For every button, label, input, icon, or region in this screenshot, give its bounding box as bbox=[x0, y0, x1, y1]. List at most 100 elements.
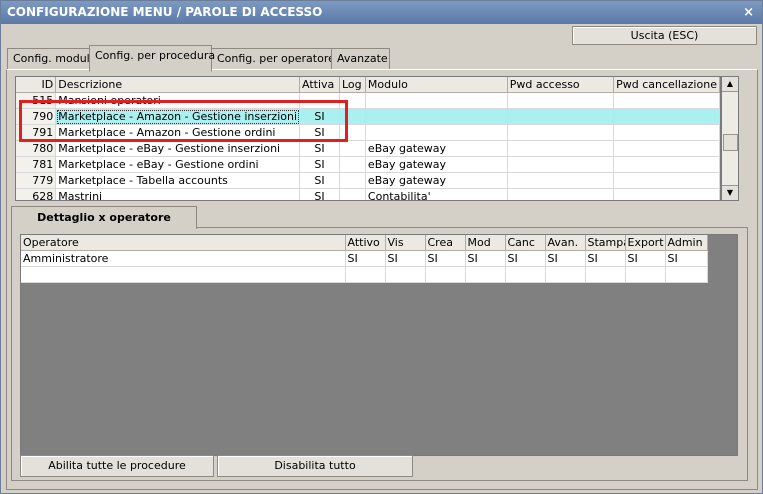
col-header-modulo[interactable]: Modulo bbox=[365, 77, 508, 93]
col-header-vis[interactable]: Vis bbox=[385, 235, 426, 251]
col-header-descrizione[interactable]: Descrizione bbox=[55, 77, 301, 93]
tab-config-moduli[interactable]: Config. moduli bbox=[7, 48, 93, 69]
col-header-pwd-accesso[interactable]: Pwd accesso bbox=[507, 77, 615, 93]
cell-operatore bbox=[21, 266, 346, 283]
cell-canc bbox=[505, 266, 546, 283]
col-header-attivo[interactable]: Attivo bbox=[345, 235, 386, 251]
cell-admin bbox=[665, 266, 708, 283]
cell-id: 628 bbox=[16, 188, 57, 200]
cell-avan: SI bbox=[545, 250, 586, 267]
cell-admin: SI bbox=[665, 250, 708, 267]
cell-modulo: Contabilita' bbox=[365, 188, 508, 200]
table-row[interactable]: 779 Marketplace - Tabella accounts SI eB… bbox=[16, 172, 720, 189]
scroll-up-arrow-icon[interactable]: ▲ bbox=[722, 77, 738, 92]
cell-crea bbox=[425, 266, 466, 283]
cell-export bbox=[625, 266, 666, 283]
window-title: CONFIGURAZIONE MENU / PAROLE DI ACCESSO bbox=[7, 5, 323, 19]
cell-stampa: SI bbox=[585, 250, 626, 267]
table-row[interactable]: 781 Marketplace - eBay - Gestione ordini… bbox=[16, 156, 720, 173]
col-header-pwd-cancellazione[interactable]: Pwd cancellazione bbox=[613, 77, 720, 93]
detail-grid-header: Operatore Attivo Vis Crea Mod Canc Avan.… bbox=[21, 235, 708, 251]
cell-mod: SI bbox=[465, 250, 506, 267]
cell-modulo bbox=[365, 108, 508, 125]
col-header-export[interactable]: Export bbox=[625, 235, 666, 251]
title-bar: CONFIGURAZIONE MENU / PAROLE DI ACCESSO … bbox=[1, 1, 762, 24]
cell-attiva: SI bbox=[299, 140, 340, 157]
annotation-highlight-box bbox=[19, 100, 348, 142]
cell-pwd-accesso bbox=[507, 172, 615, 189]
cell-descrizione: Mastrini bbox=[55, 188, 301, 200]
cell-attiva: SI bbox=[299, 156, 340, 173]
cell-modulo bbox=[365, 124, 508, 141]
col-header-attiva[interactable]: Attiva bbox=[299, 77, 340, 93]
cell-pwd-cancellazione bbox=[613, 124, 720, 141]
tab-config-per-operatore[interactable]: Config. per operatore bbox=[211, 48, 335, 69]
table-row-empty[interactable] bbox=[21, 266, 708, 283]
cell-pwd-cancellazione bbox=[613, 108, 720, 125]
table-row[interactable]: 628 Mastrini SI Contabilita' bbox=[16, 188, 720, 200]
grid-header: ID Descrizione Attiva Log Modulo Pwd acc… bbox=[16, 77, 720, 93]
cell-operatore: Amministratore bbox=[21, 250, 346, 267]
operator-detail-grid[interactable]: Operatore Attivo Vis Crea Mod Canc Avan.… bbox=[20, 234, 738, 456]
cell-stampa bbox=[585, 266, 626, 283]
cell-pwd-cancellazione bbox=[613, 92, 720, 109]
cell-id: 780 bbox=[16, 140, 57, 157]
col-header-canc[interactable]: Canc bbox=[505, 235, 546, 251]
col-header-log[interactable]: Log bbox=[339, 77, 366, 93]
exit-button[interactable]: Uscita (ESC) bbox=[572, 26, 757, 45]
cell-canc: SI bbox=[505, 250, 546, 267]
cell-modulo bbox=[365, 92, 508, 109]
cell-pwd-cancellazione bbox=[613, 188, 720, 200]
cell-log bbox=[339, 172, 366, 189]
col-header-avan[interactable]: Avan. bbox=[545, 235, 586, 251]
cell-pwd-cancellazione bbox=[613, 172, 720, 189]
cell-log bbox=[339, 156, 366, 173]
cell-descrizione: Marketplace - Tabella accounts bbox=[55, 172, 301, 189]
cell-attivo bbox=[345, 266, 386, 283]
cell-modulo: eBay gateway bbox=[365, 156, 508, 173]
tab-config-per-procedura[interactable]: Config. per procedura bbox=[89, 45, 215, 72]
cell-descrizione: Marketplace - eBay - Gestione ordini bbox=[55, 156, 301, 173]
cell-id: 781 bbox=[16, 156, 57, 173]
scroll-thumb[interactable] bbox=[723, 134, 738, 151]
cell-pwd-accesso bbox=[507, 140, 615, 157]
cell-pwd-cancellazione bbox=[613, 140, 720, 157]
tab-avanzate[interactable]: Avanzate bbox=[331, 48, 390, 69]
disable-all-button[interactable]: Disabilita tutto bbox=[217, 455, 413, 477]
scroll-down-arrow-icon[interactable]: ▼ bbox=[722, 185, 738, 200]
cell-attiva: SI bbox=[299, 188, 340, 200]
cell-crea: SI bbox=[425, 250, 466, 267]
cell-vis: SI bbox=[385, 250, 426, 267]
cell-modulo: eBay gateway bbox=[365, 140, 508, 157]
cell-avan bbox=[545, 266, 586, 283]
col-header-mod[interactable]: Mod bbox=[465, 235, 506, 251]
cell-pwd-accesso bbox=[507, 188, 615, 200]
cell-vis bbox=[385, 266, 426, 283]
config-window: CONFIGURAZIONE MENU / PAROLE DI ACCESSO … bbox=[0, 0, 763, 494]
col-header-id[interactable]: ID bbox=[16, 77, 57, 93]
col-header-operatore[interactable]: Operatore bbox=[21, 235, 346, 251]
cell-modulo: eBay gateway bbox=[365, 172, 508, 189]
cell-mod bbox=[465, 266, 506, 283]
cell-pwd-accesso bbox=[507, 124, 615, 141]
cell-id: 779 bbox=[16, 172, 57, 189]
tab-dettaglio-operatore[interactable]: Dettaglio x operatore bbox=[11, 206, 197, 229]
col-header-admin[interactable]: Admin bbox=[665, 235, 708, 251]
cell-export: SI bbox=[625, 250, 666, 267]
cell-pwd-accesso bbox=[507, 108, 615, 125]
close-icon[interactable]: × bbox=[743, 1, 754, 24]
grid-vertical-scrollbar[interactable]: ▲ ▼ bbox=[721, 76, 739, 201]
cell-log bbox=[339, 188, 366, 200]
cell-attivo: SI bbox=[345, 250, 386, 267]
table-row[interactable]: 780 Marketplace - eBay - Gestione inserz… bbox=[16, 140, 720, 157]
enable-all-procedures-button[interactable]: Abilita tutte le procedure bbox=[20, 455, 214, 477]
cell-descrizione: Marketplace - eBay - Gestione inserzioni bbox=[55, 140, 301, 157]
cell-log bbox=[339, 140, 366, 157]
cell-pwd-accesso bbox=[507, 92, 615, 109]
cell-pwd-accesso bbox=[507, 156, 615, 173]
cell-pwd-cancellazione bbox=[613, 156, 720, 173]
col-header-crea[interactable]: Crea bbox=[425, 235, 466, 251]
table-row[interactable]: Amministratore SI SI SI SI SI SI SI SI S… bbox=[21, 250, 708, 267]
cell-attiva: SI bbox=[299, 172, 340, 189]
col-header-stampa[interactable]: Stampa bbox=[585, 235, 626, 251]
